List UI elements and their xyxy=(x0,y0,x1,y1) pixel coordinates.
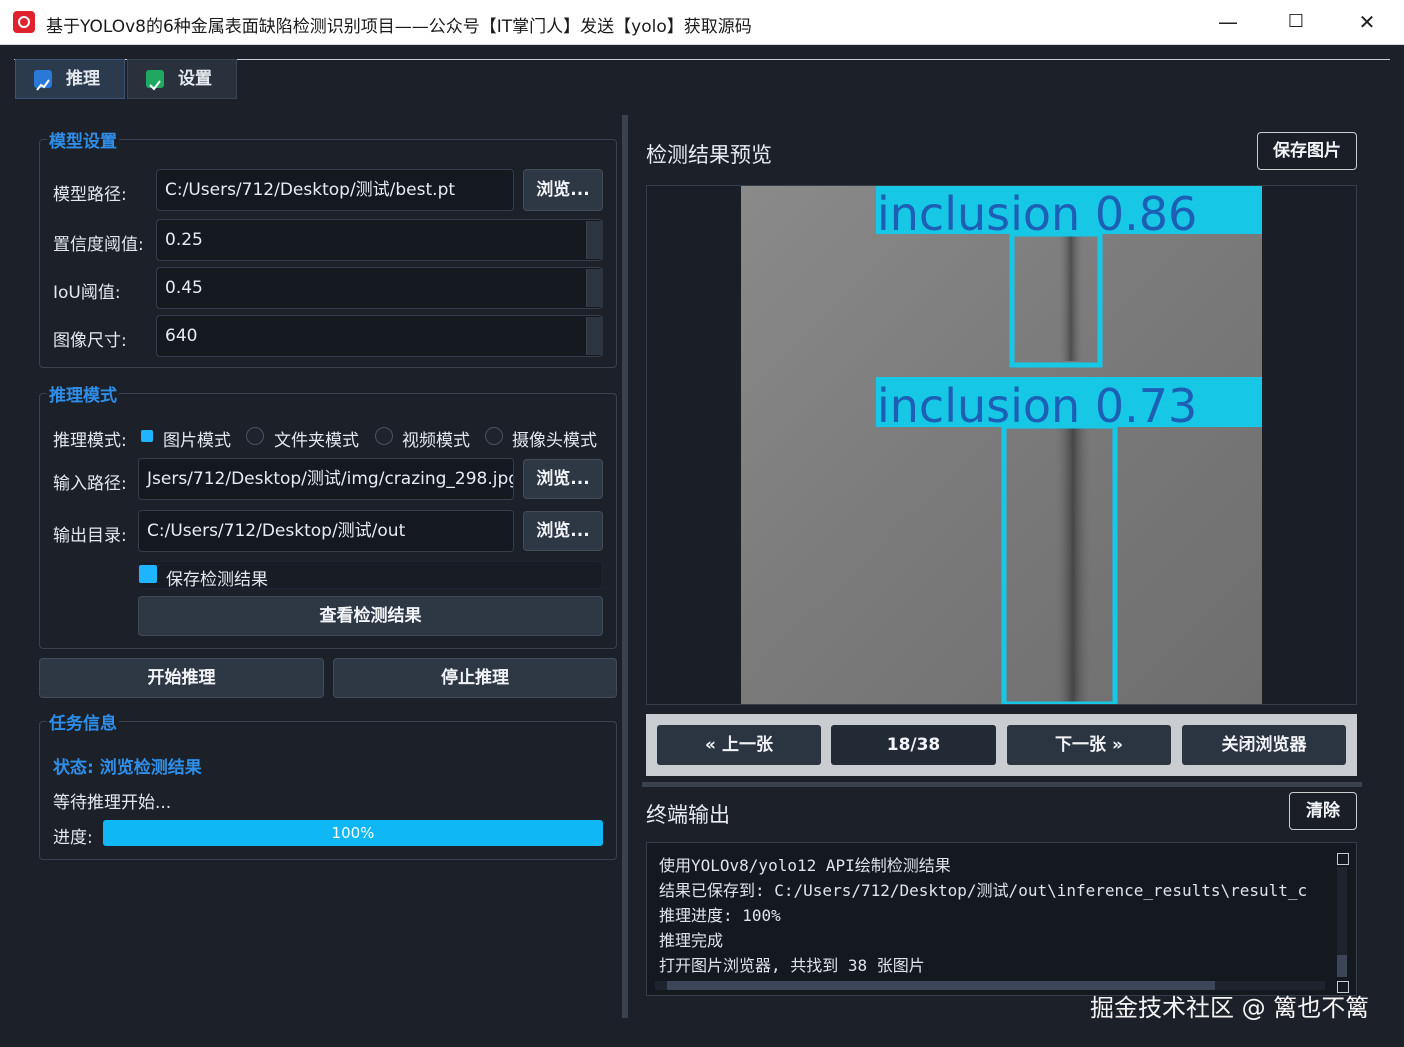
chart-icon xyxy=(34,70,52,91)
clear-terminal-button[interactable]: 清除 xyxy=(1289,792,1357,830)
imgsz-spin-arrows[interactable] xyxy=(586,317,603,355)
browse-model-button[interactable]: 浏览... xyxy=(523,169,603,211)
prev-image-button[interactable]: « 上一张 xyxy=(657,725,821,765)
radio-image-mode[interactable] xyxy=(141,430,153,442)
detection-overlay: inclusion 0.86 inclusion 0.73 xyxy=(741,186,1262,704)
maximize-button[interactable]: ☐ xyxy=(1274,6,1318,38)
iou-threshold-label: IoU阈值: xyxy=(53,283,121,303)
input-path-label: 输入路径: xyxy=(53,474,127,494)
terminal-line: 结果已保存到: C:/Users/712/Desktop/测试/out\infe… xyxy=(659,881,1308,900)
start-inference-button[interactable]: 开始推理 xyxy=(39,658,324,698)
terminal-line: 打开图片浏览器, 共找到 38 张图片 xyxy=(659,956,925,975)
model-path-label: 模型路径: xyxy=(53,185,127,205)
terminal-line: 使用YOLOv8/yolo12 API绘制检测结果 xyxy=(659,856,951,875)
close-browser-button[interactable]: 关闭浏览器 xyxy=(1182,725,1346,765)
tab-settings[interactable]: 设置 xyxy=(127,59,237,99)
status-text: 状态: 浏览检测结果 xyxy=(53,758,202,778)
watermark-text: 掘金技术社区 @ 篱也不篱 xyxy=(1090,994,1370,1022)
progress-bar: 100% xyxy=(103,820,603,846)
pane-splitter[interactable] xyxy=(622,115,628,1018)
terminal-title: 终端输出 xyxy=(646,803,730,827)
save-image-button[interactable]: 保存图片 xyxy=(1257,132,1357,170)
preview-panel: inclusion 0.86 inclusion 0.73 xyxy=(646,185,1357,705)
mode-label: 推理模式: xyxy=(53,431,127,451)
detection-label-1: inclusion 0.86 xyxy=(877,187,1197,241)
conf-spin-arrows[interactable] xyxy=(586,221,603,259)
output-dir-input[interactable]: C:/Users/712/Desktop/测试/out xyxy=(138,510,514,552)
browse-input-button[interactable]: 浏览... xyxy=(523,459,603,499)
terminal-line: 推理进度: 100% xyxy=(659,906,781,925)
detection-label-2: inclusion 0.73 xyxy=(877,379,1197,433)
conf-threshold-spinbox[interactable]: 0.25 xyxy=(156,219,603,261)
title-bar: 基于YOLOv8的6种金属表面缺陷检测识别项目——公众号【IT掌门人】发送【yo… xyxy=(0,0,1404,45)
radio-video-mode[interactable] xyxy=(375,427,393,445)
scroll-up-arrow[interactable] xyxy=(1337,853,1349,865)
tab-inference-label: 推理 xyxy=(66,69,100,89)
folder-mode-label[interactable]: 文件夹模式 xyxy=(274,426,359,451)
iou-threshold-spinbox[interactable]: 0.45 xyxy=(156,267,603,309)
preview-title: 检测结果预览 xyxy=(646,143,772,167)
task-info-title: 任务信息 xyxy=(47,709,119,734)
close-button[interactable]: ✕ xyxy=(1345,6,1389,38)
next-image-button[interactable]: 下一张 » xyxy=(1007,725,1171,765)
stop-inference-button[interactable]: 停止推理 xyxy=(333,658,617,698)
window-title: 基于YOLOv8的6种金属表面缺陷检测识别项目——公众号【IT掌门人】发送【yo… xyxy=(46,17,752,37)
save-results-label[interactable]: 保存检测结果 xyxy=(166,565,268,590)
terminal-line: 推理完成 xyxy=(659,931,724,950)
conf-threshold-label: 置信度阈值: xyxy=(53,235,144,255)
vertical-scrollbar[interactable] xyxy=(1337,867,1347,977)
minimize-button[interactable]: — xyxy=(1206,6,1250,38)
detection-image: inclusion 0.86 inclusion 0.73 xyxy=(741,186,1262,704)
vertical-scroll-thumb[interactable] xyxy=(1337,955,1347,977)
image-size-spinbox[interactable]: 640 xyxy=(156,315,603,357)
output-dir-label: 输出目录: xyxy=(53,526,127,546)
browse-output-button[interactable]: 浏览... xyxy=(523,511,603,551)
check-icon xyxy=(146,70,164,91)
save-results-checkbox[interactable] xyxy=(139,565,157,583)
input-path-input[interactable]: Jsers/712/Desktop/测试/img/crazing_298.jpg xyxy=(138,458,514,500)
model-settings-title: 模型设置 xyxy=(47,127,119,152)
right-splitter[interactable] xyxy=(642,782,1362,787)
camera-mode-label[interactable]: 摄像头模式 xyxy=(512,426,597,451)
status-message: 等待推理开始... xyxy=(53,793,172,813)
model-path-input[interactable]: C:/Users/712/Desktop/测试/best.pt xyxy=(156,169,514,211)
app-logo-icon xyxy=(13,11,35,33)
tab-settings-label: 设置 xyxy=(178,69,212,89)
view-results-button[interactable]: 查看检测结果 xyxy=(138,596,603,636)
image-size-label: 图像尺寸: xyxy=(53,331,127,351)
iou-spin-arrows[interactable] xyxy=(586,269,603,307)
tab-inference[interactable]: 推理 xyxy=(15,59,125,99)
image-counter: 18/38 xyxy=(831,725,996,765)
image-navigation-bar: « 上一张 18/38 下一张 » 关闭浏览器 xyxy=(646,714,1357,776)
image-mode-label[interactable]: 图片模式 xyxy=(163,426,231,451)
inference-mode-title: 推理模式 xyxy=(47,381,119,406)
radio-camera-mode[interactable] xyxy=(485,427,503,445)
video-mode-label[interactable]: 视频模式 xyxy=(402,426,470,451)
radio-folder-mode[interactable] xyxy=(246,427,264,445)
progress-label: 进度: xyxy=(53,828,93,848)
terminal-output[interactable]: 使用YOLOv8/yolo12 API绘制检测结果 结果已保存到: C:/Use… xyxy=(646,842,1357,996)
